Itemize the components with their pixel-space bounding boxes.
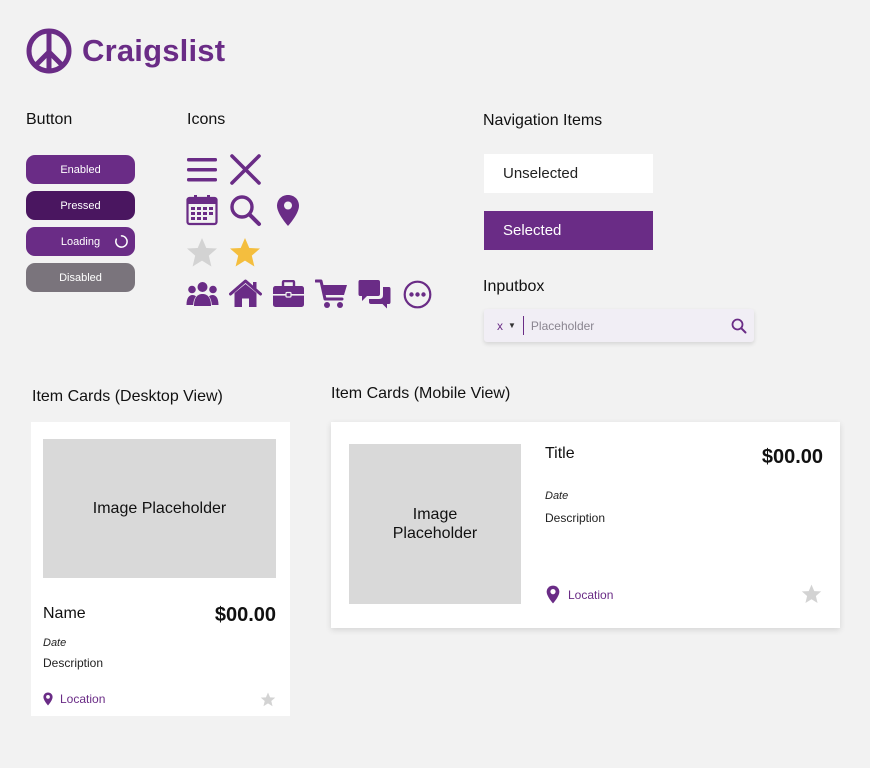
item-card-desktop[interactable]: Image Placeholder Name $00.00 Date Descr… — [31, 422, 290, 716]
item-date: Date — [43, 637, 67, 649]
logo-text: Craigslist — [82, 33, 226, 68]
favorite-star-icon[interactable] — [801, 584, 822, 604]
loading-button-label: Loading — [60, 235, 101, 248]
star-filled-icon[interactable] — [229, 237, 261, 268]
item-card-mobile[interactable]: Image Placeholder Title $00.00 Date Desc… — [331, 422, 840, 628]
calendar-icon[interactable] — [186, 194, 218, 226]
item-date: Date — [545, 490, 569, 502]
section-title-cards-mobile: Item Cards (Mobile View) — [331, 385, 511, 402]
section-title-cards-desktop: Item Cards (Desktop View) — [32, 388, 223, 405]
peace-sign-icon — [26, 28, 72, 74]
favorite-star-icon[interactable] — [260, 692, 276, 707]
loading-button[interactable]: Loading — [26, 227, 135, 256]
image-placeholder: Image Placeholder — [43, 439, 276, 578]
caret-down-icon[interactable]: ▼ — [508, 321, 516, 330]
star-outline-icon[interactable] — [186, 237, 218, 268]
pressed-button[interactable]: Pressed — [26, 191, 135, 220]
image-placeholder-label: Image Placeholder — [92, 500, 227, 517]
briefcase-icon[interactable] — [272, 280, 305, 308]
item-title: Title — [545, 445, 575, 462]
item-location-label: Location — [60, 692, 106, 706]
section-title-button: Button — [26, 111, 73, 128]
item-price: $00.00 — [214, 604, 276, 626]
item-description: Description — [43, 656, 104, 670]
image-placeholder: Image Placeholder — [349, 444, 521, 604]
image-placeholder-line2: Placeholder — [392, 525, 478, 542]
item-location[interactable]: Location — [43, 692, 105, 706]
section-title-inputbox: Inputbox — [483, 278, 545, 295]
item-price: $00.00 — [761, 446, 823, 468]
nav-item-selected-label: Selected — [503, 222, 562, 239]
nav-item-unselected-label: Unselected — [503, 165, 579, 182]
location-pin-icon[interactable] — [276, 194, 300, 227]
more-icon[interactable] — [403, 280, 432, 309]
location-pin-icon — [43, 692, 53, 706]
nav-item-unselected[interactable]: Unselected — [484, 154, 653, 193]
enabled-button[interactable]: Enabled — [26, 155, 135, 184]
item-name: Name — [43, 605, 86, 622]
spinner-icon — [115, 235, 128, 248]
logo[interactable]: Craigslist — [26, 28, 225, 74]
search-icon[interactable] — [731, 318, 747, 334]
image-placeholder-line1: Image — [412, 506, 458, 523]
search-inputbox[interactable]: x ▼ Placeholder — [484, 309, 754, 342]
users-icon[interactable] — [186, 281, 219, 308]
nav-item-selected[interactable]: Selected — [484, 211, 653, 250]
home-icon[interactable] — [229, 279, 262, 308]
pressed-button-label: Pressed — [60, 199, 101, 212]
search-input[interactable]: Placeholder — [531, 319, 731, 333]
enabled-button-label: Enabled — [60, 163, 101, 176]
close-icon[interactable] — [229, 153, 262, 186]
item-location[interactable]: Location — [546, 585, 613, 604]
inputbox-selector-value[interactable]: x — [497, 319, 503, 333]
item-location-label: Location — [568, 587, 614, 602]
disabled-button-label: Disabled — [59, 271, 102, 284]
section-title-icons: Icons — [187, 111, 226, 128]
search-icon[interactable] — [229, 194, 262, 227]
inputbox-divider — [522, 316, 524, 335]
section-title-navigation: Navigation Items — [483, 112, 603, 129]
chat-icon[interactable] — [358, 278, 391, 309]
disabled-button: Disabled — [26, 263, 135, 292]
item-description: Description — [545, 511, 606, 525]
menu-icon[interactable] — [186, 156, 218, 184]
location-pin-icon — [546, 585, 560, 604]
cart-icon[interactable] — [315, 279, 348, 309]
